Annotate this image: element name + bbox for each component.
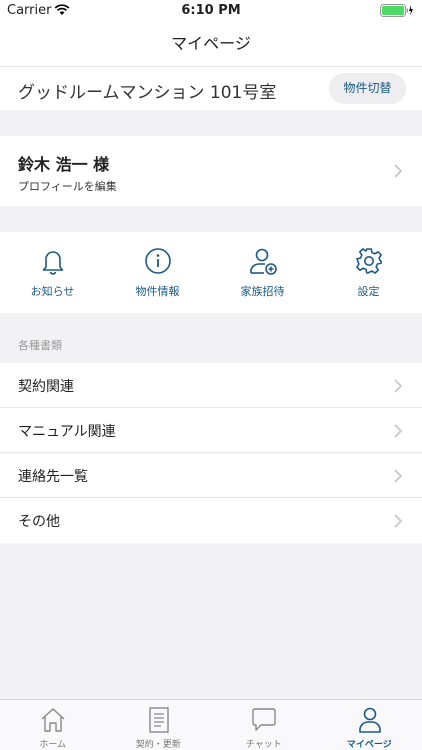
chat-icon [252, 708, 276, 731]
info-icon [145, 248, 171, 274]
add-user-icon [250, 248, 277, 275]
shortcut-label: 設定 [357, 285, 380, 298]
shortcut-label: 物件情報 [135, 285, 180, 298]
list-item-label: マニュアル関連 [18, 424, 116, 440]
status-bar: Carrier 6:10 PM [0, 0, 422, 22]
chevron-right-icon [394, 164, 402, 178]
chevron-right-icon [394, 469, 402, 483]
navigation-bar: マイページ [0, 22, 422, 66]
tab-bar: ホーム 契約・更新 チャット マイページ [0, 699, 422, 750]
profile-row[interactable]: 鈴木 浩一 様 プロフィールを編集 [0, 136, 422, 206]
battery-icon [380, 4, 413, 17]
shortcut-invite-family[interactable]: 家族招待 [210, 232, 315, 313]
list-item-label: 連絡先一覧 [18, 469, 88, 485]
property-row: グッドルームマンション 101号室 物件切替 [0, 66, 422, 110]
shortcut-label: お知らせ [30, 285, 75, 298]
chevron-right-icon [394, 424, 402, 438]
gear-icon [356, 248, 382, 274]
tab-contract-renewal[interactable]: 契約・更新 [106, 700, 212, 750]
list-item-contracts[interactable]: 契約関連 [0, 363, 422, 408]
shortcut-label: 家族招待 [240, 285, 285, 298]
bell-icon [42, 251, 64, 275]
tab-label: マイページ [346, 740, 392, 750]
shortcut-settings[interactable]: 設定 [316, 232, 421, 313]
list-item-label: 契約関連 [18, 379, 74, 395]
edit-profile-label: プロフィールを編集 [18, 180, 117, 193]
property-name: グッドルームマンション 101号室 [18, 83, 277, 103]
document-icon [148, 707, 169, 733]
chevron-right-icon [394, 379, 402, 393]
list-item-contacts[interactable]: 連絡先一覧 [0, 453, 422, 498]
tab-mypage[interactable]: マイページ [317, 700, 422, 750]
tab-chat[interactable]: チャット [211, 700, 317, 750]
user-name: 鈴木 浩一 様 [18, 155, 110, 174]
person-icon [358, 707, 381, 733]
clock: 6:10 PM [181, 3, 241, 18]
documents-list: 契約関連 マニュアル関連 連絡先一覧 その他 [0, 363, 422, 543]
switch-property-button[interactable]: 物件切替 [329, 73, 406, 104]
shortcut-grid: お知らせ 物件情報 家族招待 設定 [0, 232, 422, 313]
section-header-documents: 各種書類 [18, 339, 62, 352]
list-item-manuals[interactable]: マニュアル関連 [0, 408, 422, 453]
home-icon [41, 708, 65, 732]
page-title: マイページ [171, 34, 251, 53]
tab-home[interactable]: ホーム [0, 700, 106, 750]
shortcut-property-info[interactable]: 物件情報 [105, 232, 210, 313]
list-item-other[interactable]: その他 [0, 498, 422, 543]
tab-label: ホーム [39, 740, 67, 750]
chevron-right-icon [394, 514, 402, 528]
tab-label: 契約・更新 [135, 740, 181, 750]
shortcut-notifications[interactable]: お知らせ [0, 232, 105, 313]
list-item-label: その他 [18, 514, 60, 530]
tab-label: チャット [245, 740, 282, 750]
